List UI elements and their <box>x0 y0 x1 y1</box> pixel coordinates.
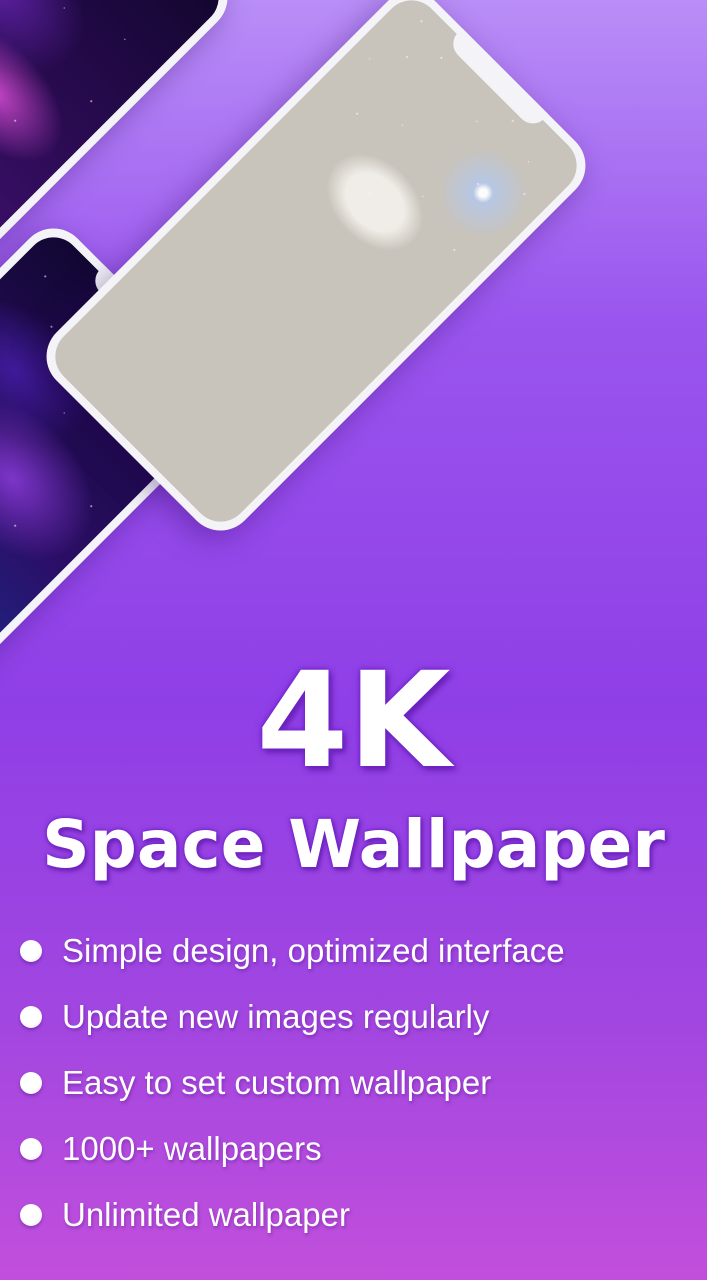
feature-text: Easy to set custom wallpaper <box>62 1064 492 1101</box>
bullet-dot-icon <box>20 1006 42 1028</box>
feature-text: Unlimited wallpaper <box>62 1196 350 1233</box>
bullet-dot-icon <box>20 1138 42 1160</box>
bullet-dot-icon <box>20 1072 42 1094</box>
bullet-dot-icon <box>20 940 42 962</box>
feature-item: 1000+ wallpapers <box>20 1116 565 1182</box>
stars-decoration <box>271 0 589 306</box>
feature-item: Update new images regularly <box>20 984 565 1050</box>
feature-text: Update new images regularly <box>62 998 490 1035</box>
feature-item: Unlimited wallpaper <box>20 1182 565 1248</box>
feature-list: Simple design, optimized interface Updat… <box>20 918 565 1248</box>
feature-item: Simple design, optimized interface <box>20 918 565 984</box>
hero-subtitle: Space Wallpaper <box>42 806 665 883</box>
feature-text: Simple design, optimized interface <box>62 932 565 969</box>
bullet-dot-icon <box>20 1204 42 1226</box>
feature-item: Easy to set custom wallpaper <box>20 1050 565 1116</box>
hero-title: 4K <box>256 644 451 798</box>
feature-text: 1000+ wallpapers <box>62 1130 322 1167</box>
